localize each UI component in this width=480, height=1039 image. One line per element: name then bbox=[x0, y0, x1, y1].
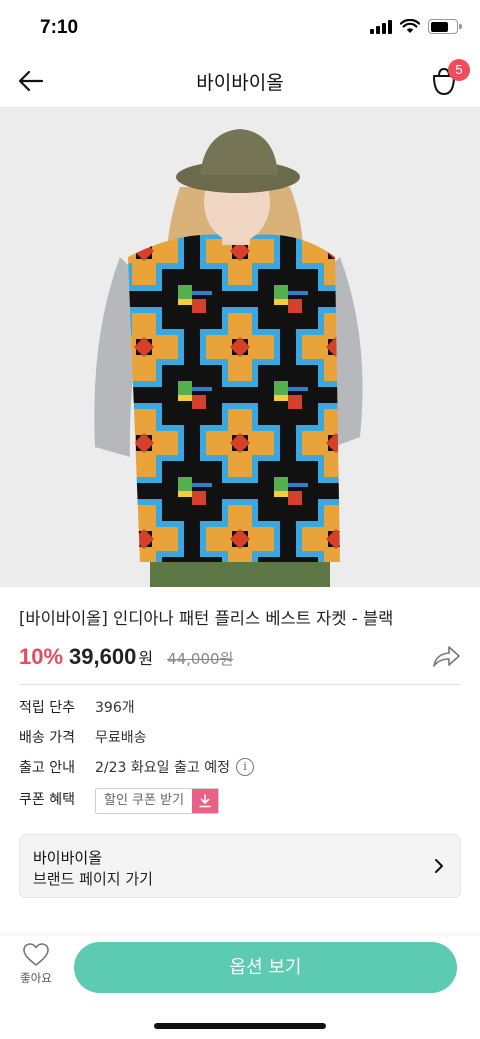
release-value: 2/23 화요일 출고 예정 bbox=[95, 760, 230, 776]
battery-icon bbox=[428, 19, 462, 34]
chevron-right-icon bbox=[435, 859, 443, 873]
shipping-label: 배송 가격 bbox=[19, 730, 75, 746]
share-icon bbox=[433, 646, 460, 667]
status-icons bbox=[370, 19, 462, 34]
points-row: 적립 단추 396개 bbox=[19, 697, 135, 717]
home-indicator bbox=[154, 1023, 326, 1029]
discount-rate: 10% bbox=[19, 644, 64, 669]
product-photo bbox=[0, 107, 480, 587]
info-icon[interactable]: i bbox=[235, 758, 254, 776]
status-time: 7:10 bbox=[40, 17, 79, 38]
like-button[interactable]: 좋아요 bbox=[14, 942, 58, 998]
shipping-row: 배송 가격 무료배송 bbox=[19, 727, 147, 747]
release-value-wrap: 2/23 화요일 출고 예정 i bbox=[95, 757, 254, 777]
sale-price: 39,600 bbox=[69, 644, 137, 669]
product-image[interactable] bbox=[0, 107, 480, 587]
bottom-action-bar: 좋아요 옵션 보기 bbox=[0, 936, 480, 1039]
brand-page-card[interactable]: 바이바이올 브랜드 페이지 가기 bbox=[19, 834, 461, 898]
coupon-row: 쿠폰 혜택 할인 쿠폰 받기 bbox=[19, 788, 220, 814]
like-label: 좋아요 bbox=[20, 971, 52, 985]
release-label: 출고 안내 bbox=[19, 760, 75, 776]
cellular-signal-icon bbox=[370, 19, 392, 34]
page-title: 바이바이올 bbox=[196, 72, 284, 94]
product-title: [바이바이올] 인디아나 패턴 플리스 베스트 자켓 - 블랙 bbox=[19, 609, 394, 628]
release-row: 출고 안내 2/23 화요일 출고 예정 i bbox=[19, 757, 254, 777]
price-currency: 원 bbox=[138, 649, 154, 668]
cart-button[interactable]: 5 bbox=[424, 59, 470, 100]
divider bbox=[19, 684, 461, 685]
price-row: 10% 39,600 원 44,000원 bbox=[19, 644, 233, 670]
view-options-button[interactable]: 옵션 보기 bbox=[74, 942, 457, 993]
status-bar: 7:10 bbox=[0, 0, 480, 56]
share-button[interactable] bbox=[430, 641, 462, 673]
points-label: 적립 단추 bbox=[19, 700, 75, 716]
nav-bar: 바이바이올 5 bbox=[0, 56, 480, 106]
coupon-label: 쿠폰 혜택 bbox=[19, 792, 75, 808]
shipping-value: 무료배송 bbox=[95, 730, 147, 746]
wifi-icon bbox=[400, 19, 420, 33]
cart-count-badge: 5 bbox=[448, 59, 470, 81]
heart-icon bbox=[23, 943, 49, 966]
download-icon bbox=[192, 789, 219, 813]
coupon-button-label: 할인 쿠폰 받기 bbox=[104, 793, 185, 808]
points-value: 396개 bbox=[95, 700, 135, 716]
original-price: 44,000원 bbox=[167, 650, 234, 668]
coupon-download-button[interactable]: 할인 쿠폰 받기 bbox=[95, 788, 220, 814]
brand-name: 바이바이올 bbox=[33, 849, 103, 867]
brand-page-link: 브랜드 페이지 가기 bbox=[33, 870, 153, 888]
